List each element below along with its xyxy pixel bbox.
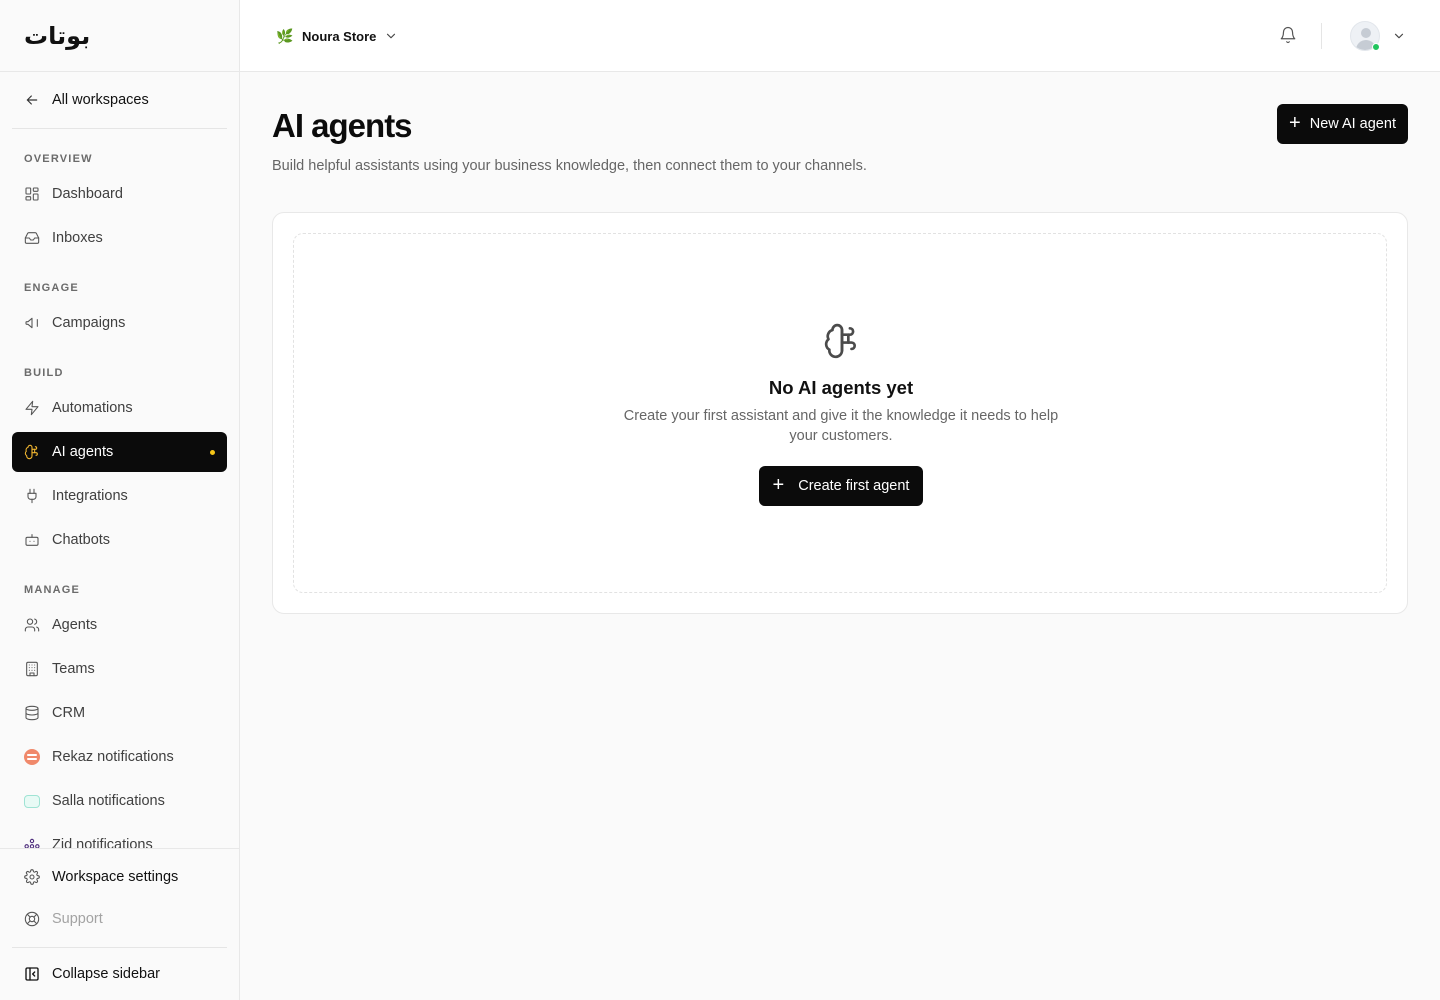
- create-first-agent-button[interactable]: + Create first agent: [759, 466, 923, 506]
- dashboard-icon: [24, 186, 40, 202]
- sidebar-item-label: Workspace settings: [52, 869, 179, 885]
- divider: [0, 848, 239, 849]
- page-title: AI agents: [272, 107, 413, 144]
- chevron-down-icon: [1392, 29, 1406, 43]
- workspace-name: Noura Store: [302, 28, 377, 44]
- sidebar-item-zid-notifications[interactable]: Zid notifications: [12, 830, 227, 848]
- section-label-build: BUILD: [24, 367, 64, 379]
- logo-row: بوتات: [0, 0, 239, 72]
- sidebar-item-label: Campaigns: [52, 315, 126, 331]
- brain-icon: [24, 444, 40, 460]
- sidebar-item-label: Integrations: [52, 488, 128, 504]
- gear-icon: [24, 869, 40, 885]
- sidebar-item-label: CRM: [52, 705, 86, 721]
- new-ai-agent-label: New AI agent: [1309, 116, 1396, 132]
- panel-collapse-icon: [24, 966, 40, 982]
- sidebar: بوتات All workspaces OVERVIEW Dashboard …: [0, 0, 240, 1000]
- building-icon: [24, 661, 40, 677]
- workspace-leaf-icon: 🌿: [276, 27, 294, 44]
- sidebar-item-label: Salla notifications: [52, 793, 165, 809]
- sidebar-item-ai-agents[interactable]: AI agents: [12, 432, 227, 472]
- sidebar-item-campaigns[interactable]: Campaigns: [12, 303, 227, 343]
- sidebar-item-workspace-settings[interactable]: Workspace settings: [12, 857, 227, 897]
- sidebar-item-rekaz-notifications[interactable]: Rekaz notifications: [12, 737, 227, 777]
- sidebar-item-label: Rekaz notifications: [52, 749, 174, 765]
- brain-icon: [823, 322, 861, 360]
- section-label-engage: ENGAGE: [24, 282, 79, 294]
- sidebar-item-label: Automations: [52, 400, 133, 416]
- sidebar-item-label: Agents: [52, 617, 98, 633]
- online-status-dot: [1372, 43, 1380, 51]
- sidebar-item-label: Dashboard: [52, 186, 123, 202]
- sidebar-item-crm[interactable]: CRM: [12, 693, 227, 733]
- notifications-bell-icon[interactable]: [1279, 26, 1299, 46]
- sidebar-item-salla-notifications[interactable]: Salla notifications: [12, 781, 227, 821]
- divider: [1321, 23, 1322, 49]
- sidebar-item-dashboard[interactable]: Dashboard: [12, 174, 227, 214]
- sidebar-item-label: AI agents: [52, 444, 114, 460]
- active-indicator-dot: [210, 449, 215, 455]
- rekaz-logo-icon: [24, 749, 40, 765]
- sidebar-scroll-clip: Zid notifications: [0, 830, 239, 848]
- sidebar-item-chatbots[interactable]: Chatbots: [12, 520, 227, 560]
- zid-logo-icon: [24, 837, 40, 848]
- empty-state-dropzone: No AI agents yet Create your first assis…: [293, 233, 1387, 593]
- sidebar-item-label: Inboxes: [52, 230, 103, 246]
- empty-state-card: No AI agents yet Create your first assis…: [272, 212, 1408, 614]
- plus-icon: +: [1289, 112, 1301, 134]
- divider: [12, 128, 227, 129]
- section-label-overview: OVERVIEW: [24, 153, 93, 165]
- sidebar-item-inboxes[interactable]: Inboxes: [12, 218, 227, 258]
- topbar: 🌿 Noura Store: [240, 0, 1440, 72]
- sidebar-item-automations[interactable]: Automations: [12, 388, 227, 428]
- divider: [12, 947, 227, 948]
- arrow-left-icon: [24, 92, 40, 108]
- sidebar-item-label: Collapse sidebar: [52, 966, 161, 982]
- all-workspaces-link[interactable]: All workspaces: [12, 80, 227, 120]
- page-subtitle: Build helpful assistants using your busi…: [272, 158, 867, 174]
- sidebar-item-label: Zid notifications: [52, 837, 153, 848]
- megaphone-icon: [24, 315, 40, 331]
- chevron-down-icon: [384, 29, 398, 43]
- sidebar-item-teams[interactable]: Teams: [12, 649, 227, 689]
- sidebar-item-agents[interactable]: Agents: [12, 605, 227, 645]
- collapse-sidebar-button[interactable]: Collapse sidebar: [12, 954, 227, 994]
- inbox-icon: [24, 230, 40, 246]
- workspace-switcher[interactable]: 🌿 Noura Store: [276, 24, 398, 48]
- empty-state-description: Create your first assistant and give it …: [623, 408, 1059, 444]
- create-first-agent-label: Create first agent: [798, 478, 910, 494]
- brand-logo[interactable]: بوتات: [24, 22, 91, 50]
- sidebar-item-label: Support: [52, 911, 103, 927]
- database-icon: [24, 705, 40, 721]
- sidebar-item-label: Teams: [52, 661, 95, 677]
- plug-icon: [24, 488, 40, 504]
- sidebar-item-support[interactable]: Support: [12, 899, 227, 939]
- robot-icon: [24, 532, 40, 548]
- users-icon: [24, 617, 40, 633]
- plus-icon: +: [772, 474, 785, 496]
- lightning-icon: [24, 400, 40, 416]
- new-ai-agent-button[interactable]: + New AI agent: [1277, 104, 1408, 144]
- salla-logo-icon: [24, 793, 40, 809]
- sidebar-item-label: Chatbots: [52, 532, 111, 548]
- all-workspaces-label: All workspaces: [52, 92, 149, 108]
- empty-state-title: No AI agents yet: [768, 377, 914, 398]
- section-label-manage: MANAGE: [24, 584, 81, 596]
- lifebuoy-icon: [24, 911, 40, 927]
- sidebar-item-integrations[interactable]: Integrations: [12, 476, 227, 516]
